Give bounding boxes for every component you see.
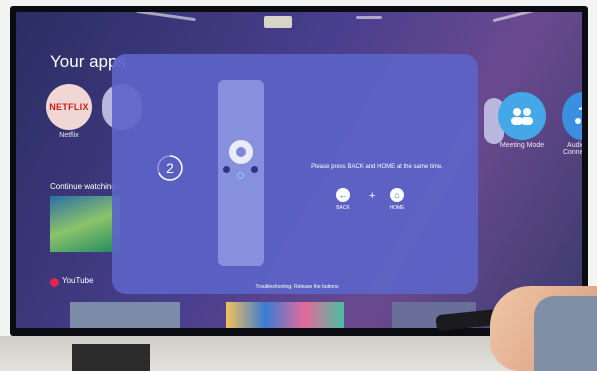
- back-arrow-icon: ←: [336, 188, 350, 202]
- remote-back-button-icon: [223, 166, 230, 173]
- audio-icon: [575, 107, 582, 124]
- circuit-board: [72, 344, 150, 371]
- plus-sign: +: [369, 190, 376, 202]
- app-tile-netflix[interactable]: NETFLIX: [46, 84, 92, 130]
- app-label-meeting-mode: Meeting Mode: [499, 142, 545, 149]
- continue-thumbnail[interactable]: [50, 196, 120, 252]
- youtube-thumbnail[interactable]: [226, 302, 344, 328]
- back-key-label: BACK: [336, 205, 350, 211]
- remote-center-button-icon: [237, 172, 244, 179]
- remote-home-button-icon: [251, 166, 258, 173]
- dpad-icon: [229, 140, 253, 164]
- youtube-label: YouTube: [62, 276, 94, 285]
- home-key-label: HOME: [389, 205, 405, 211]
- tv-screen: Your apps NETFLIX Netflix Meeting Mode A…: [16, 12, 582, 328]
- youtube-icon: [50, 278, 59, 287]
- light-glare: [356, 16, 382, 19]
- light-glare: [136, 12, 196, 22]
- youtube-thumbnail[interactable]: [70, 302, 180, 328]
- app-tile-audio-connect[interactable]: [562, 92, 582, 140]
- netflix-logo: NETFLIX: [49, 102, 89, 112]
- app-tile-meeting-mode[interactable]: [498, 92, 546, 140]
- countdown-number: 2: [166, 160, 174, 176]
- app-label-audio-connect: Audio Connect: [562, 142, 582, 156]
- footer-hint: Troubleshooting: Release the buttons: [255, 284, 339, 290]
- home-icon: ⌂: [390, 188, 404, 202]
- sleeve: [534, 296, 597, 371]
- remote-pairing-dialog: 2 Please press BACK and HOME at the same…: [112, 54, 478, 294]
- continue-watching-label: Continue watching: [50, 182, 116, 191]
- app-label-netflix: Netflix: [59, 132, 79, 139]
- sticker-label: [264, 16, 292, 28]
- meeting-icon: [511, 108, 533, 125]
- light-glare: [492, 12, 552, 23]
- instruction-text: Please press BACK and HOME at the same t…: [311, 164, 443, 170]
